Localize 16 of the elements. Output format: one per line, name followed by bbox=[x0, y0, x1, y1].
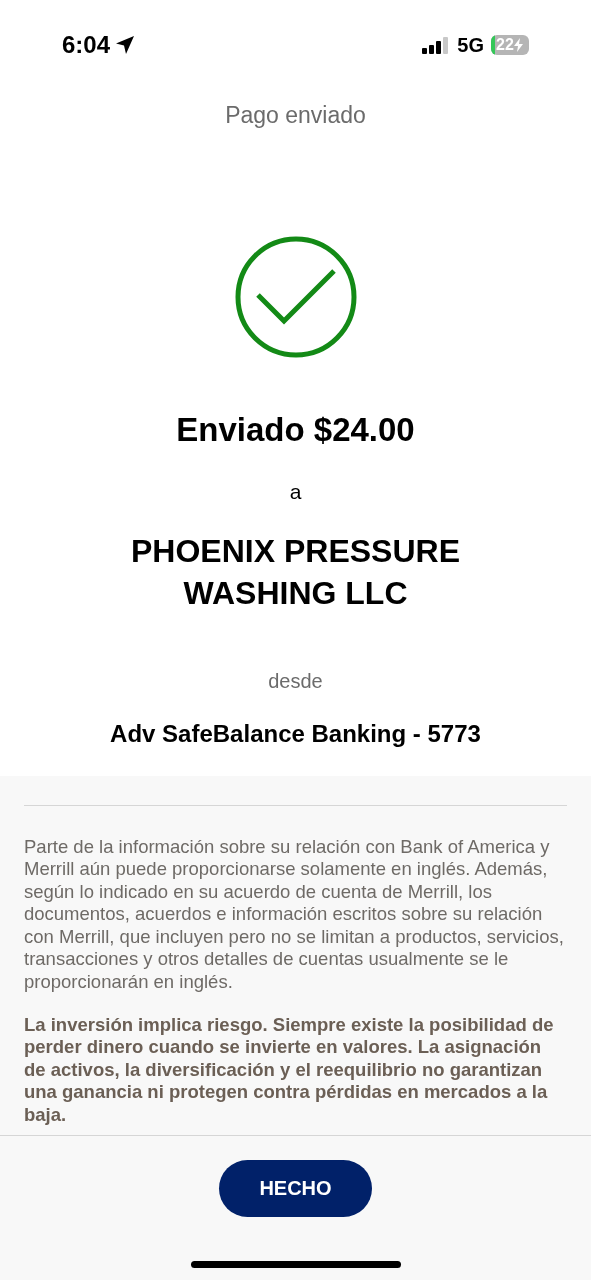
account-name: Adv SafeBalance Banking - 5773 bbox=[110, 718, 481, 749]
amount-heading: Enviado $24.00 bbox=[176, 409, 415, 450]
network-label: 5G bbox=[457, 33, 484, 58]
to-label: a bbox=[289, 479, 302, 505]
lightning-icon bbox=[513, 38, 523, 52]
disclosure-text: La inversión implica riesgo. Siempre existe la posibilidad de perder dinero cuando se invierte en valores. La asignación de activos, la diversificación y el reequilibrio no garantizan una ganancia ni protegen contra pérdidas en mercados a la baja. bbox=[24, 1013, 555, 1127]
battery-indicator: 22 bbox=[491, 35, 529, 55]
signal-icon bbox=[422, 36, 451, 54]
done-button[interactable]: HECHO bbox=[219, 1159, 372, 1217]
from-label: desde bbox=[268, 668, 323, 694]
disclosure-text: Parte de la información sobre su relación con Bank of America y Merrill aún puede proporcionarse solamente en inglés. Además, según lo indicado en su acuerdo de cuenta de Merrill, los documentos, acuerdos e información escritos sobre su relación con Merrill, que incluyen pero no se limitan a productos, servicios, transacciones y otros detalles de cuentas usualmente se le proporcionarán en inglés. bbox=[24, 835, 565, 994]
clock: 6:04 bbox=[62, 30, 111, 60]
success-check-icon bbox=[233, 234, 358, 359]
recipient-name: PHOENIX PRESSURE WASHING LLC bbox=[130, 531, 461, 613]
page-title: Pago enviado bbox=[225, 101, 366, 130]
location-arrow-icon bbox=[114, 34, 137, 56]
